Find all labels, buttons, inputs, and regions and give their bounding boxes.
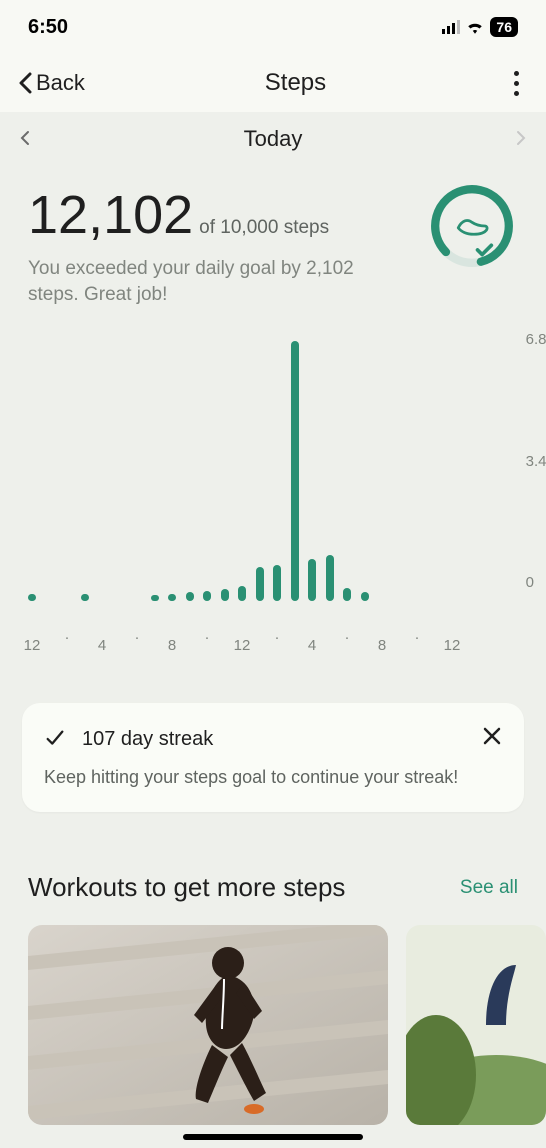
streak-subtitle: Keep hitting your steps goal to continue… <box>44 767 502 788</box>
x-tick-dot: · <box>205 629 210 646</box>
y-tick: 3.4k <box>526 453 546 470</box>
x-tick-label: 8 <box>378 637 386 654</box>
chart-bar <box>238 586 246 601</box>
step-goal-label: of 10,000 steps <box>199 217 329 239</box>
prev-day-button[interactable] <box>20 126 30 152</box>
back-label: Back <box>36 70 85 96</box>
workouts-title: Workouts to get more steps <box>28 872 345 903</box>
chart-bar <box>361 592 369 602</box>
main-scroll[interactable]: Today 12,102 of 10,000 steps You exceede… <box>0 112 546 1148</box>
x-tick-label: 12 <box>444 637 461 654</box>
x-tick-dot: · <box>415 629 420 646</box>
step-count: 12,102 <box>28 188 193 242</box>
battery-icon: 76 <box>490 17 518 37</box>
cellular-icon <box>442 20 460 34</box>
chart-bar <box>308 559 316 601</box>
chart-bar <box>168 594 176 602</box>
date-selector: Today <box>0 112 546 166</box>
next-day-button[interactable] <box>516 126 526 152</box>
wifi-icon <box>466 20 484 34</box>
y-tick: 0 <box>526 574 546 591</box>
shoe-icon <box>458 220 487 234</box>
x-tick-label: 8 <box>168 637 176 654</box>
chart-bars <box>28 341 518 601</box>
x-tick-dot: · <box>65 629 70 646</box>
y-tick: 6.8k <box>526 331 546 348</box>
chart-area: 6.8k 3.4k 0 12 · 4 · 8 · 12 · 4 · 8 · 12 <box>0 311 546 673</box>
chevron-left-icon <box>18 72 32 94</box>
page-title: Steps <box>265 69 326 97</box>
status-right: 76 <box>442 17 518 37</box>
summary-block: 12,102 of 10,000 steps You exceeded your… <box>0 166 546 311</box>
nav-bar: Back Steps <box>0 54 546 112</box>
workouts-header: Workouts to get more steps See all <box>0 812 546 903</box>
chart-bar <box>186 592 194 602</box>
goal-ring <box>426 180 518 272</box>
x-tick-dot: · <box>135 629 140 646</box>
x-tick-label: 12 <box>234 637 251 654</box>
x-tick-dot: · <box>345 629 350 646</box>
chart-bar <box>221 589 229 601</box>
more-button[interactable] <box>506 65 528 102</box>
status-bar: 6:50 76 <box>0 0 546 54</box>
back-button[interactable]: Back <box>18 70 85 96</box>
y-axis: 6.8k 3.4k 0 <box>526 331 546 591</box>
x-tick-label: 12 <box>24 637 41 654</box>
check-icon <box>478 245 492 254</box>
workout-card[interactable] <box>28 925 388 1125</box>
chart-bar <box>273 565 281 601</box>
chart-bar <box>343 588 351 601</box>
x-axis: 12·4·8·12·4·8·12 <box>28 631 448 667</box>
x-tick-dot: · <box>275 629 280 646</box>
chart-bar <box>81 594 89 602</box>
summary-message: You exceeded your daily goal by 2,102 st… <box>28 256 368 307</box>
check-icon <box>44 728 66 750</box>
date-label: Today <box>244 126 303 152</box>
streak-card: 107 day streak Keep hitting your steps g… <box>22 703 524 812</box>
x-tick-label: 4 <box>98 637 106 654</box>
home-indicator[interactable] <box>183 1134 363 1140</box>
chart-bar <box>151 595 159 601</box>
chart-bar <box>28 594 36 602</box>
chart-bar <box>256 567 264 601</box>
dismiss-streak-button[interactable] <box>482 725 502 753</box>
clock: 6:50 <box>28 16 68 39</box>
chart-bar <box>326 555 334 601</box>
chart-bar <box>291 341 299 601</box>
x-tick-label: 4 <box>308 637 316 654</box>
streak-title: 107 day streak <box>82 728 213 751</box>
chart-bar <box>203 591 211 602</box>
see-all-link[interactable]: See all <box>460 877 518 899</box>
workout-carousel[interactable] <box>0 903 546 1125</box>
workout-card[interactable] <box>406 925 546 1125</box>
